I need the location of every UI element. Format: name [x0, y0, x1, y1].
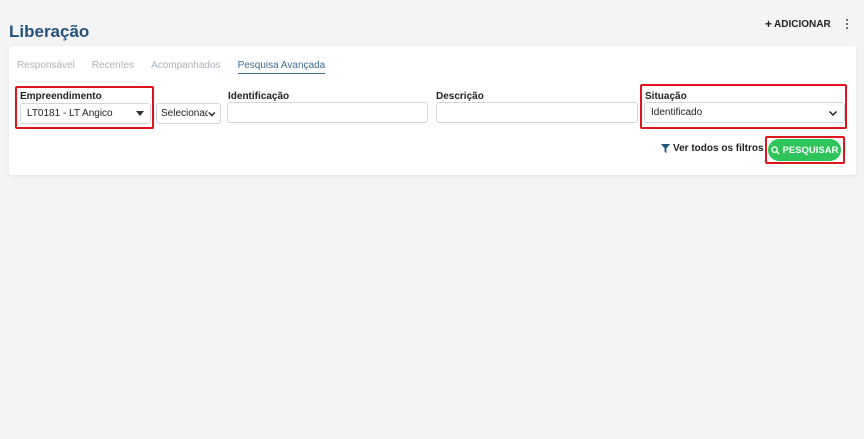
selecionado-select[interactable]: Selecionado	[156, 103, 221, 124]
tab-recentes[interactable]: Recentes	[92, 60, 134, 74]
add-button-label: ADICIONAR	[774, 18, 831, 30]
situacao-select[interactable]: Identificado	[644, 102, 845, 123]
selecionado-value: Selecionado	[161, 108, 208, 119]
kebab-menu-icon[interactable]	[843, 18, 851, 30]
all-filters-label: Ver todos os filtros	[673, 143, 764, 154]
all-filters-link[interactable]: Ver todos os filtros	[661, 143, 764, 154]
chevron-down-icon	[828, 110, 838, 116]
search-icon	[770, 145, 780, 155]
empreendimento-value: LT0181 - LT Angico	[27, 108, 113, 119]
situacao-value: Identificado	[651, 107, 703, 118]
situacao-label: Situação	[645, 91, 687, 102]
add-button[interactable]: + ADICIONAR	[765, 18, 831, 30]
tab-responsavel[interactable]: Responsável	[17, 60, 75, 74]
caret-down-icon	[136, 111, 144, 116]
filter-icon	[661, 144, 670, 153]
empreendimento-label: Empreendimento	[20, 91, 102, 102]
descricao-field[interactable]	[436, 102, 638, 123]
page-title: Liberação	[9, 22, 90, 41]
plus-icon: +	[765, 17, 773, 31]
identificacao-field[interactable]	[227, 102, 428, 123]
tab-bar: Responsável Recentes Acompanhados Pesqui…	[17, 60, 342, 74]
search-panel: Responsável Recentes Acompanhados Pesqui…	[9, 46, 856, 175]
empreendimento-select[interactable]: LT0181 - LT Angico	[20, 103, 151, 124]
chevron-down-icon	[208, 111, 216, 116]
tab-pesquisa-avancada[interactable]: Pesquisa Avançada	[237, 60, 326, 74]
search-button[interactable]: PESQUISAR	[768, 139, 841, 161]
descricao-label: Descrição	[436, 91, 484, 102]
identificacao-label: Identificação	[228, 91, 290, 102]
tab-acompanhados[interactable]: Acompanhados	[151, 60, 221, 74]
search-button-label: PESQUISAR	[782, 144, 839, 156]
